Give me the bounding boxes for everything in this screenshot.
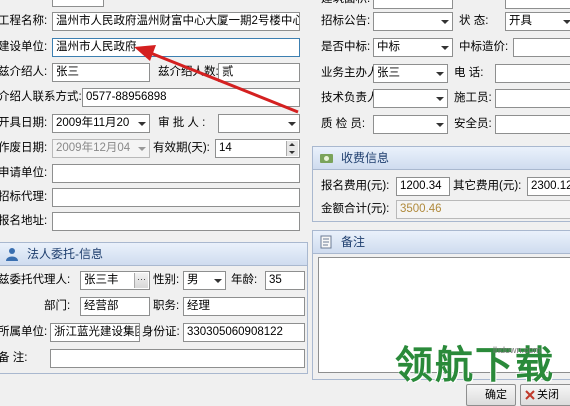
chevron-down-icon[interactable]: [436, 72, 444, 76]
chevron-down-icon[interactable]: [138, 147, 146, 151]
chevron-down-icon[interactable]: [441, 20, 449, 24]
chevron-down-icon[interactable]: [288, 122, 296, 126]
chevron-down-icon[interactable]: [436, 97, 444, 101]
chevron-down-icon[interactable]: [436, 123, 444, 127]
chevron-down-icon[interactable]: [214, 279, 222, 283]
chevron-down-icon[interactable]: [563, 20, 570, 24]
watermark-url: lhdown.com: [493, 345, 542, 355]
chevron-down-icon[interactable]: [138, 122, 146, 126]
chevron-down-icon[interactable]: [441, 46, 449, 50]
annotation-arrow: [134, 45, 299, 114]
